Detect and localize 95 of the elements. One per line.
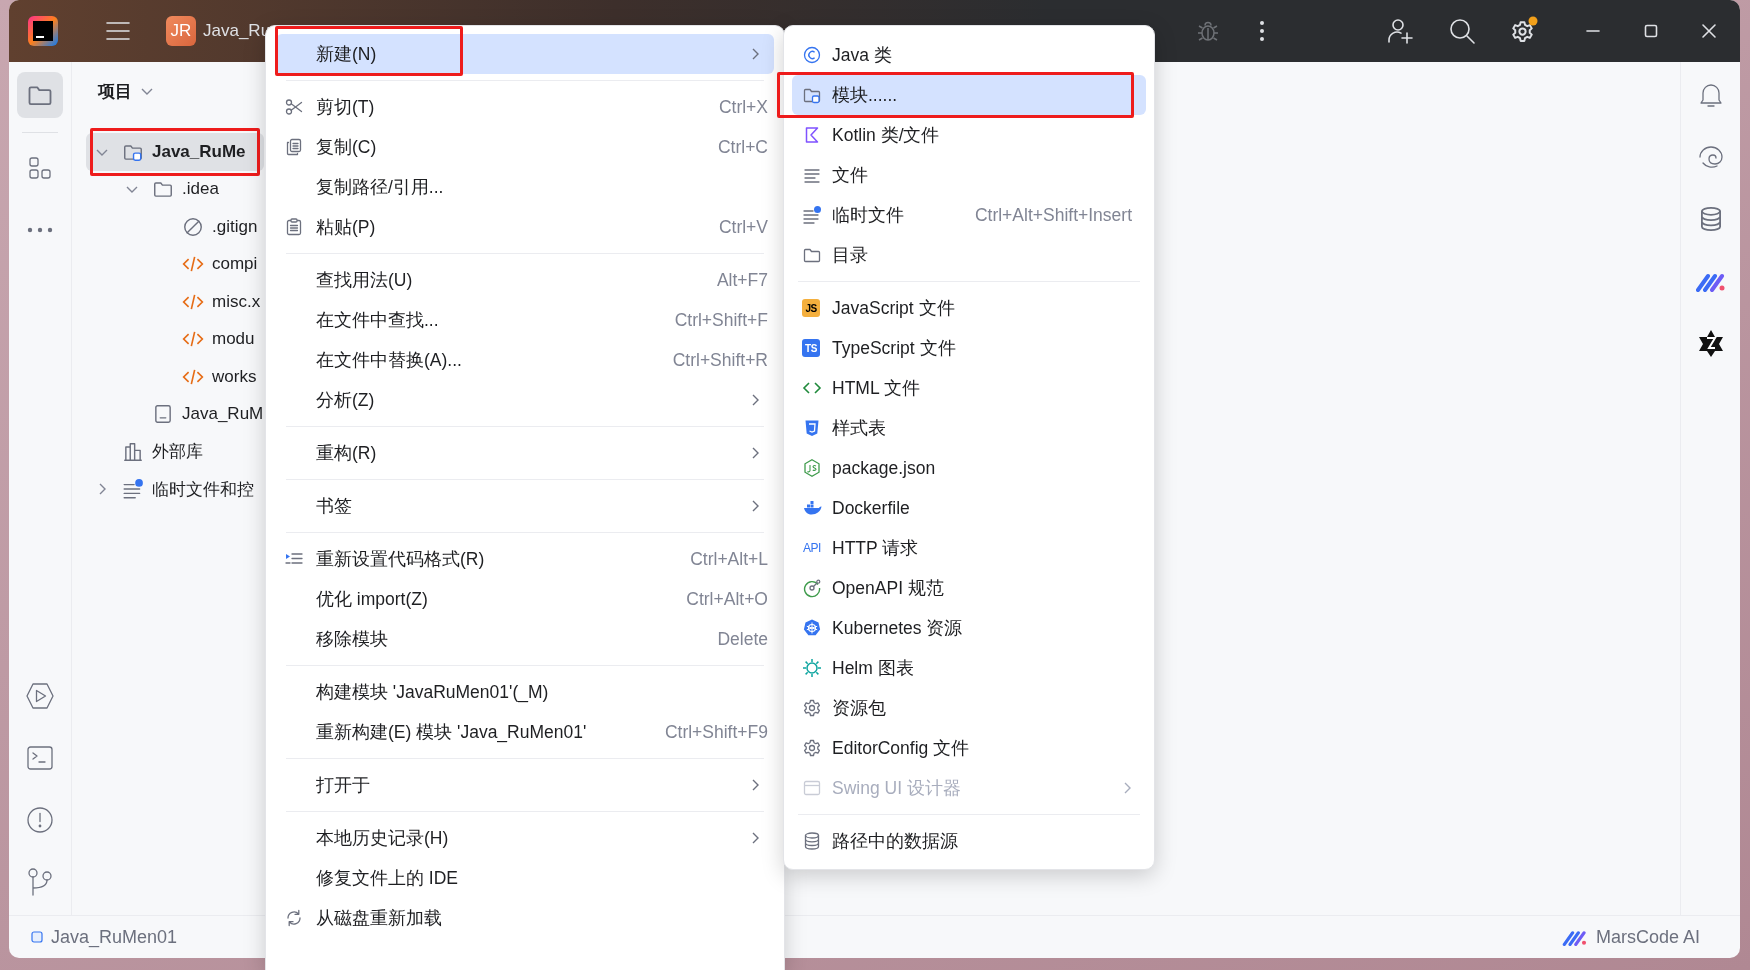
menu-item[interactable]: 书签 (276, 486, 774, 526)
menu-item[interactable]: 优化 import(Z) Ctrl+Alt+O (276, 579, 774, 619)
scissors-icon (284, 97, 304, 117)
database-icon (802, 831, 822, 851)
menu-item[interactable]: 移除模块 Delete (276, 619, 774, 659)
menu-item[interactable]: 查找用法(U) Alt+F7 (276, 260, 774, 300)
structure-icon[interactable] (27, 155, 53, 181)
search-icon[interactable] (1448, 17, 1476, 45)
menu-item[interactable]: 临时文件 Ctrl+Alt+Shift+Insert (792, 195, 1146, 235)
menu-item[interactable]: 重构(R) (276, 433, 774, 473)
menu-item[interactable]: Helm 图表 (792, 648, 1146, 688)
menu-item[interactable]: 模块...... (792, 75, 1146, 115)
tree-item[interactable]: .gitign (86, 208, 264, 246)
menu-item[interactable]: Dockerfile (792, 488, 1146, 528)
maximize-icon[interactable] (1643, 23, 1659, 39)
warning-circle-icon[interactable] (26, 806, 54, 834)
tree-item[interactable]: modu (86, 320, 264, 358)
menu-item[interactable]: Java 类 (792, 35, 1146, 75)
window-icon (802, 778, 822, 798)
menu-item[interactable]: 在文件中替换(A)... Ctrl+Shift+R (276, 340, 774, 380)
tree-item[interactable]: .idea (86, 170, 264, 208)
menu-item[interactable]: API HTTP 请求 (792, 528, 1146, 568)
menu-item[interactable]: 本地历史记录(H) (276, 818, 774, 858)
menu-item[interactable]: Kotlin 类/文件 (792, 115, 1146, 155)
run-icon[interactable] (25, 682, 55, 710)
helm-wheel-icon (802, 618, 822, 638)
spiral-icon[interactable] (1696, 144, 1725, 170)
tree-item[interactable]: 外部库 (86, 433, 264, 471)
tree-item[interactable]: compi (86, 245, 264, 283)
tree-item[interactable]: Java_RuM (86, 395, 264, 433)
close-icon[interactable] (1701, 23, 1717, 39)
bug-icon[interactable] (1196, 19, 1220, 43)
menu-item[interactable]: 在文件中查找... Ctrl+Shift+F (276, 300, 774, 340)
project-tool-button[interactable] (17, 72, 63, 118)
menu-item[interactable]: package.json (792, 448, 1146, 488)
more-vertical-icon[interactable] (1259, 19, 1265, 43)
gear-icon (802, 738, 822, 758)
menu-item[interactable]: 样式表 (792, 408, 1146, 448)
module-icon (31, 931, 43, 943)
menu-item[interactable]: JS JavaScript 文件 (792, 288, 1146, 328)
chevron-right-icon (97, 482, 107, 497)
file-type-badge: TS (802, 339, 820, 357)
reload-icon (284, 908, 304, 928)
menu-item[interactable]: HTML 文件 (792, 368, 1146, 408)
tree-item[interactable]: works (86, 358, 264, 396)
assistant-status[interactable]: MarsCode AI (1595, 926, 1700, 948)
menu-item[interactable]: 重新构建(E) 模块 'Java_RuMen01' Ctrl+Shift+F9 (276, 712, 774, 752)
app-logo-icon[interactable] (28, 16, 58, 46)
chevron-down-icon (125, 184, 139, 195)
menu-item[interactable]: 分析(Z) (276, 380, 774, 420)
menu-item[interactable]: Kubernetes 资源 (792, 608, 1146, 648)
menu-item[interactable]: 新建(N) (276, 34, 774, 74)
assistant-logo-icon[interactable] (1561, 928, 1588, 946)
menu-icon[interactable] (105, 20, 131, 42)
project-badge: JR (166, 16, 196, 46)
tree-item[interactable]: Java_RuMe (86, 133, 264, 171)
menu-item[interactable]: 重新设置代码格式(R) Ctrl+Alt+L (276, 539, 774, 579)
terminal-icon[interactable] (26, 745, 54, 771)
file-type-badge: JS (802, 299, 820, 317)
clipboard-icon (284, 217, 304, 237)
tree-item[interactable]: 临时文件和控 (86, 470, 264, 508)
menu-item[interactable]: OpenAPI 规范 (792, 568, 1146, 608)
menu-item[interactable]: 修复文件上的 IDE (276, 858, 774, 898)
menu-item[interactable]: TS TypeScript 文件 (792, 328, 1146, 368)
api-label: API (802, 540, 822, 557)
panel-title[interactable]: 项目 (98, 79, 132, 103)
class-circle-icon (802, 45, 822, 65)
branch-icon[interactable] (27, 867, 53, 897)
menu-item[interactable]: 目录 (792, 235, 1146, 275)
menu-item[interactable]: 打开于 (276, 765, 774, 805)
hexagon-icon (802, 458, 822, 478)
chevron-down-icon (140, 86, 154, 96)
add-user-icon[interactable] (1386, 17, 1414, 45)
file-icon (152, 403, 174, 426)
menu-item[interactable]: 文件 (792, 155, 1146, 195)
menu-item[interactable]: 剪切(T) Ctrl+X (276, 87, 774, 127)
tree-item[interactable]: misc.x (86, 283, 264, 321)
menu-item[interactable]: EditorConfig 文件 (792, 728, 1146, 768)
menu-item[interactable]: 资源包 (792, 688, 1146, 728)
menu-item[interactable]: 复制路径/引用... (276, 167, 774, 207)
library-icon (122, 440, 144, 463)
gauge-icon (802, 578, 822, 598)
more-horizontal-icon[interactable] (27, 227, 53, 233)
menu-item[interactable]: 路径中的数据源 (792, 821, 1146, 861)
sun-icon (802, 658, 822, 678)
menu-item[interactable]: 粘贴(P) Ctrl+V (276, 207, 774, 247)
project-breadcrumb[interactable]: Java_RuMen01 (51, 926, 178, 948)
copy-icon (284, 137, 304, 157)
scratch-file-icon (122, 478, 144, 501)
scratch-file-icon (802, 205, 822, 225)
prohibited-icon (182, 215, 204, 238)
menu-item[interactable]: 复制(C) Ctrl+C (276, 127, 774, 167)
menu-item[interactable]: 从磁盘重新加载 (276, 898, 774, 938)
menu-item[interactable]: 构建模块 'JavaRuMen01'(_M) (276, 672, 774, 712)
gear-icon (802, 698, 822, 718)
